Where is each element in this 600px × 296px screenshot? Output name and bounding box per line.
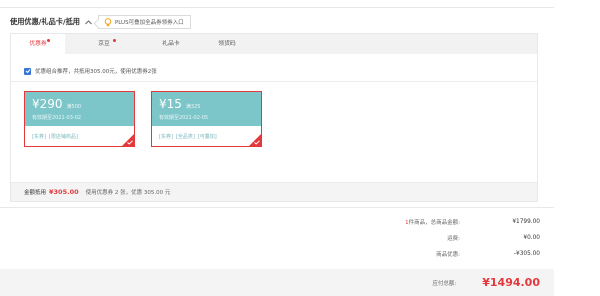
tab-gift-card[interactable]: 礼品卡 (143, 34, 199, 54)
check-icon (25, 69, 30, 74)
combo-checkbox[interactable] (24, 67, 31, 75)
combo-recommend-row[interactable]: 优惠组合推荐，共抵用305.00元，使用优惠券2张 (24, 67, 157, 75)
check-icon (127, 140, 133, 145)
coupon-tags: [东券] [限店铺商品] (25, 126, 134, 146)
coupon-face: ¥15 满325 有效期至2021-02-05 (152, 92, 261, 126)
discount-value: -¥305.00 (513, 251, 540, 257)
items-total-value: ¥1799.00 (512, 219, 540, 225)
deduction-desc: 使用优惠券 2 张，优惠 305.00 元 (85, 190, 171, 196)
coupon-tag: [可叠加] (197, 133, 217, 140)
coupon-condition: 满500 (66, 104, 82, 110)
shipping-value: ¥0.00 (523, 235, 540, 241)
chevron-up-icon[interactable] (84, 18, 93, 27)
tab-jingdou[interactable]: 京豆 (65, 34, 143, 54)
discount-row: 商品优惠: -¥305.00 (0, 247, 540, 261)
divider (0, 207, 554, 208)
coupon-tag: [东券] (32, 133, 46, 140)
check-icon (254, 140, 260, 145)
items-total-row: 1件商品，总商品金额: ¥1799.00 (0, 215, 540, 229)
tab-pickup-code[interactable]: 领货码 (199, 34, 255, 54)
tab-label: 礼品卡 (162, 41, 180, 47)
divider (11, 81, 537, 82)
deduction-label: 金额抵用 (24, 190, 47, 196)
items-total-label: 1件商品，总商品金额: (290, 218, 460, 226)
coupon-panel: 优惠券 京豆 礼品卡 领货码 优惠组合推荐，共抵用305.00元，使用优惠券2张… (10, 33, 538, 202)
coupon-tag: [限店铺商品] (48, 133, 78, 140)
coupon-tags: [东券] [全品类] [可叠加] (152, 126, 261, 146)
deduction-amount: ¥305.00 (49, 188, 79, 196)
plus-coupon-entry[interactable]: PLUS可叠加全品券领券入口 (97, 15, 191, 29)
tab-label: 领货码 (218, 41, 236, 47)
discount-section-header: 使用优惠/礼品卡/抵用 PLUS可叠加全品券领券入口 (10, 15, 191, 29)
plus-tip-text: PLUS可叠加全品券领券入口 (114, 20, 184, 26)
coupon-face: ¥290 满500 有效期至2021-03-02 (25, 92, 134, 126)
coupon-expiry: 有效期至2021-02-05 (159, 115, 209, 121)
coupon-expiry: 有效期至2021-03-02 (32, 115, 82, 121)
tab-red-dot (113, 39, 116, 42)
coupon-card[interactable]: ¥15 满325 有效期至2021-02-05 [东券] [全品类] [可叠加] (151, 91, 262, 147)
payable-bar: 应付总额: ¥1494.00 (0, 269, 554, 296)
discount-label: 商品优惠: (436, 252, 460, 258)
shipping-row: 运费: ¥0.00 (0, 231, 540, 245)
items-label-text: 件商品，总商品金额: (408, 220, 460, 226)
coupon-condition: 满325 (185, 104, 201, 110)
tab-label: 优惠券 (29, 41, 47, 47)
lightbulb-icon (104, 17, 112, 26)
coupon-card[interactable]: ¥290 满500 有效期至2021-03-02 [东券] [限店铺商品] (24, 91, 135, 147)
coupon-tag: [东券] (159, 133, 173, 140)
coupon-amount: ¥15 (159, 97, 182, 111)
coupon-amount: ¥290 (32, 97, 63, 111)
payable-amount: ¥1494.00 (482, 276, 540, 289)
top-border (0, 0, 554, 8)
tab-red-dot (47, 39, 50, 42)
payable-label: 应付总额: (432, 280, 457, 287)
combo-text: 优惠组合推荐，共抵用305.00元，使用优惠券2张 (35, 69, 157, 75)
coupon-tabs: 优惠券 京豆 礼品卡 领货码 (11, 34, 537, 54)
section-title: 使用优惠/礼品卡/抵用 (10, 17, 80, 26)
tab-coupons[interactable]: 优惠券 (11, 34, 65, 54)
coupon-tag: [全品类] (175, 133, 195, 140)
deduction-summary: 金额抵用 ¥305.00 使用优惠券 2 张，优惠 305.00 元 (11, 182, 537, 201)
shipping-label: 运费: (447, 236, 460, 242)
tab-label: 京豆 (98, 41, 110, 47)
